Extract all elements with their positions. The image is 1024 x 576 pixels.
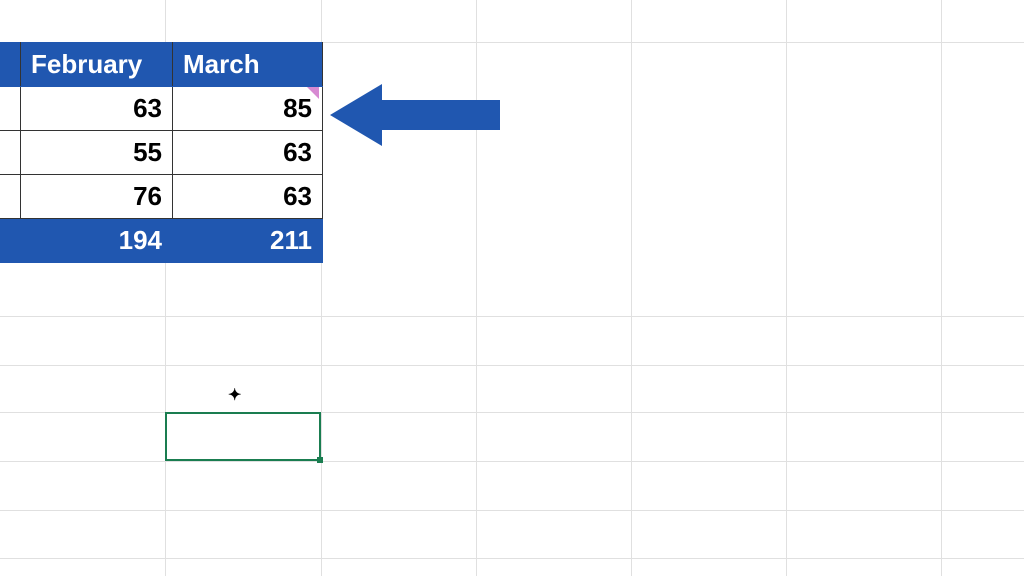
header-row[interactable]: February March <box>0 43 323 87</box>
cell-feb-3[interactable]: 76 <box>21 175 173 219</box>
cell-feb-2[interactable]: 55 <box>21 131 173 175</box>
cell-mar-2[interactable]: 63 <box>173 131 323 175</box>
data-table[interactable]: February March 63 85 55 63 76 63 194 211 <box>0 42 323 263</box>
cell-mar-1[interactable]: 85 <box>173 87 323 131</box>
selected-cell[interactable] <box>165 412 321 461</box>
comment-indicator-icon[interactable] <box>307 87 319 99</box>
cell-total-feb[interactable]: 194 <box>21 219 173 263</box>
cell-total-mar[interactable]: 211 <box>173 219 323 263</box>
table-row[interactable]: 76 63 <box>0 175 323 219</box>
cell-feb-1[interactable]: 63 <box>21 87 173 131</box>
arrow-left-icon <box>330 80 500 155</box>
cell-select-cursor-icon: ✦ <box>228 385 241 405</box>
table-row[interactable]: 63 85 <box>0 87 323 131</box>
cell-mar-3[interactable]: 63 <box>173 175 323 219</box>
header-february[interactable]: February <box>21 43 173 87</box>
fill-handle[interactable] <box>317 457 323 463</box>
header-march[interactable]: March <box>173 43 323 87</box>
table-row[interactable]: 55 63 <box>0 131 323 175</box>
total-row[interactable]: 194 211 <box>0 219 323 263</box>
